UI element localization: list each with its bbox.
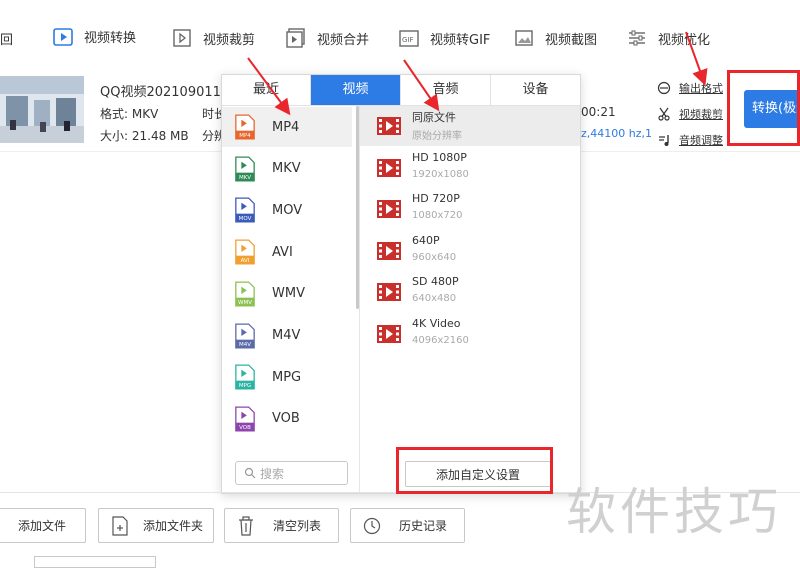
annotation-arrows [247, 31, 708, 116]
arrow-to-original [403, 59, 440, 112]
arrow-to-output-format [685, 31, 708, 86]
arrow-to-mp4 [247, 57, 291, 116]
